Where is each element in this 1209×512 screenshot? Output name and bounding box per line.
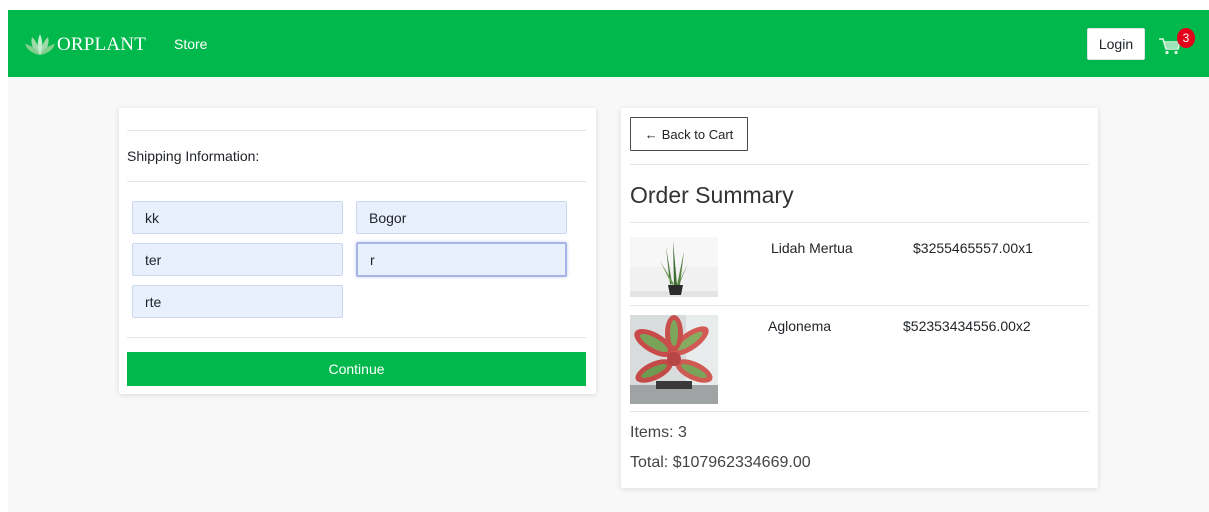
divider: [127, 181, 586, 182]
item-name: Lidah Mertua: [771, 240, 853, 256]
divider: [630, 222, 1089, 223]
divider: [127, 337, 586, 338]
item-name: Aglonema: [768, 318, 832, 334]
divider: [630, 411, 1089, 412]
brand-text: ORPLANT: [57, 34, 147, 55]
leaf-logo-icon: [25, 34, 55, 55]
order-summary-card: ← Back to Cart Order Summary Lidah Mertu…: [621, 108, 1098, 488]
snake-plant-image: [630, 237, 718, 297]
item-price: $3255465557.00x1: [913, 240, 1033, 256]
order-total: Total: $107962334669.00: [630, 454, 811, 471]
login-button[interactable]: Login: [1087, 28, 1145, 60]
divider: [127, 130, 586, 131]
navbar: ORPLANT Store Login 3: [8, 10, 1209, 77]
continue-button[interactable]: Continue: [127, 352, 586, 386]
item-price: $52353434556.00x2: [903, 318, 1031, 334]
shipping-field-5[interactable]: [132, 285, 343, 318]
shipping-field-3[interactable]: [132, 243, 343, 276]
shipping-card: Shipping Information: Continue: [119, 108, 596, 394]
items-count: Items: 3: [630, 424, 687, 441]
back-to-cart-button[interactable]: ← Back to Cart: [630, 117, 748, 151]
aglonema-plant-image: [630, 315, 718, 404]
brand[interactable]: ORPLANT: [24, 32, 146, 58]
page: ORPLANT Store Login 3 Shipping Informati…: [8, 10, 1209, 512]
shipping-field-1[interactable]: [132, 201, 343, 234]
cart-button[interactable]: 3: [1158, 28, 1202, 60]
order-summary-title: Order Summary: [630, 182, 794, 208]
divider: [630, 305, 1089, 306]
shipping-field-4[interactable]: [356, 242, 567, 277]
cart-count-badge: 3: [1177, 28, 1195, 48]
nav-link-store[interactable]: Store: [174, 36, 207, 52]
shipping-field-2[interactable]: [356, 201, 567, 234]
divider: [630, 164, 1089, 165]
back-to-cart-label: Back to Cart: [661, 126, 734, 142]
arrow-left-icon: ←: [644, 126, 658, 142]
shipping-heading: Shipping Information:: [127, 148, 260, 164]
